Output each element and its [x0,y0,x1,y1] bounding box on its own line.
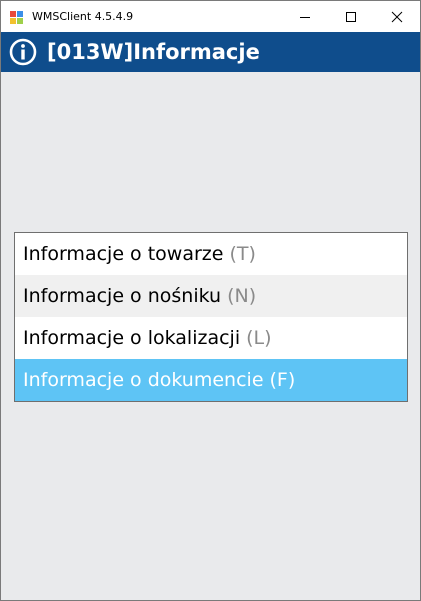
menu-item-shortcut: (T) [229,243,256,265]
menu-item-label: Informacje o nośniku [23,285,222,307]
app-window: WMSClient 4.5.4.9 [013W]Informacje Infor… [0,0,421,601]
title-bar[interactable]: WMSClient 4.5.4.9 [1,1,420,32]
maximize-button[interactable] [328,1,374,32]
minimize-button[interactable] [282,1,328,32]
info-circle-icon [9,38,37,66]
window-title: WMSClient 4.5.4.9 [32,10,134,23]
menu-item-dokument[interactable]: Informacje o dokumencie (F) [15,359,407,401]
info-menu-list: Informacje o towarze (T) Informacje o no… [14,232,408,402]
page-title: [013W]Informacje [47,40,260,64]
menu-item-lokalizacja[interactable]: Informacje o lokalizacji (L) [15,317,407,359]
menu-item-shortcut: (F) [269,369,296,391]
app-icon [9,9,25,25]
maximize-icon [346,11,356,22]
menu-item-shortcut: (N) [227,285,257,307]
minimize-icon [300,16,310,18]
close-icon [391,11,403,22]
menu-item-towar[interactable]: Informacje o towarze (T) [15,233,407,275]
close-button[interactable] [374,1,420,32]
menu-item-shortcut: (L) [246,327,272,349]
menu-item-label: Informacje o towarze [23,243,224,265]
menu-item-label: Informacje o dokumencie [23,369,264,391]
menu-item-label: Informacje o lokalizacji [23,327,241,349]
menu-item-nosnik[interactable]: Informacje o nośniku (N) [15,275,407,317]
page-header: [013W]Informacje [1,32,420,72]
